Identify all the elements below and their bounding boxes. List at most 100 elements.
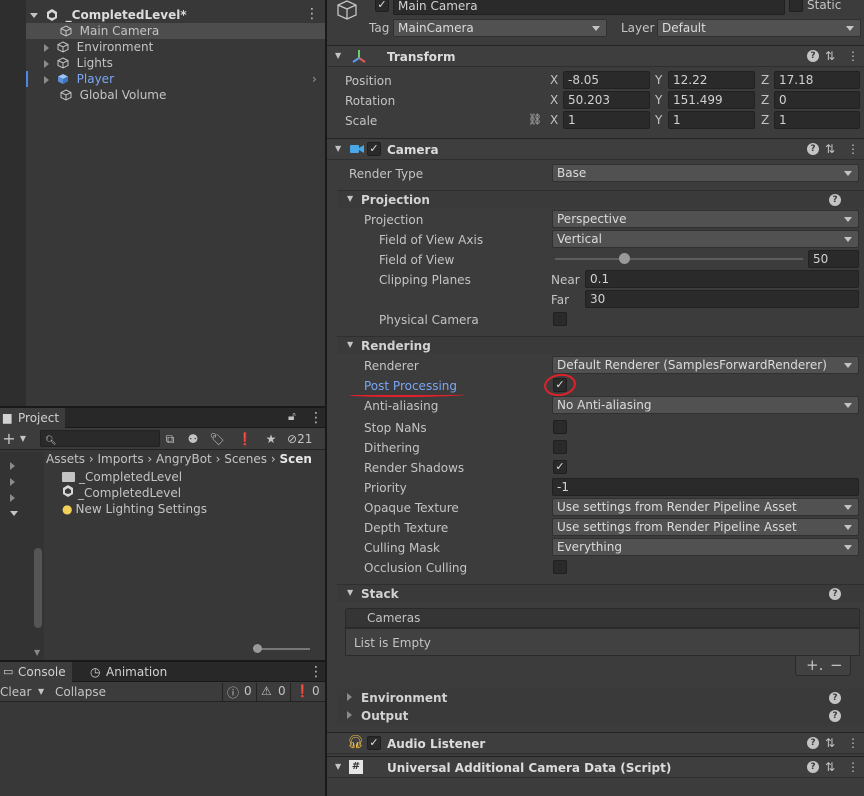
expand-icon[interactable] [10, 490, 19, 504]
additional-camera-data-header[interactable]: ▼ # Universal Additional Camera Data (Sc… [327, 756, 864, 778]
collapse-arrow-icon[interactable]: ▼ [347, 588, 353, 597]
collapse-arrow-icon[interactable]: ▼ [335, 144, 341, 153]
static-checkbox[interactable] [789, 0, 803, 12]
layer-dropdown[interactable]: Default [657, 19, 861, 37]
scene-row[interactable]: _CompletedLevel* [30, 7, 329, 23]
dropdown-arrow-icon[interactable]: ▼ [14, 430, 32, 448]
collapse-arrow-icon[interactable]: ▼ [347, 340, 353, 349]
clear-options-arrow-icon[interactable]: ▼ [38, 684, 44, 700]
camera-enabled-checkbox[interactable]: ✓ [367, 142, 381, 156]
occlusion-culling-checkbox[interactable] [553, 560, 567, 574]
dithering-checkbox[interactable] [553, 440, 567, 454]
anti-aliasing-dropdown[interactable]: No Anti-aliasing [552, 396, 859, 414]
project-item-lighting-settings[interactable]: ● New Lighting Settings [62, 501, 207, 517]
audio-listener-header[interactable]: 🎧︎ ✓ Audio Listener ? ⇅ ⋮ [327, 732, 864, 754]
kebab-menu-icon[interactable]: ⋮ [309, 663, 323, 681]
expand-icon[interactable] [347, 711, 352, 719]
error-count-toggle[interactable]: ❗ 0 [290, 683, 325, 701]
hierarchy-item-global-volume[interactable]: Global Volume [26, 87, 325, 103]
component-menu-icon[interactable]: ⋮ [847, 141, 859, 157]
folder-tree-scrollbar[interactable] [34, 548, 42, 628]
kebab-menu-icon[interactable]: ⋮ [309, 409, 323, 427]
stop-nans-checkbox[interactable] [553, 420, 567, 434]
physical-camera-checkbox[interactable] [553, 312, 567, 326]
icon-size-slider[interactable] [254, 648, 310, 650]
collapse-button[interactable]: Collapse [55, 684, 106, 700]
expand-icon[interactable] [10, 506, 22, 520]
fov-slider-thumb[interactable] [619, 253, 631, 264]
rotation-y-field[interactable]: 151.499 [668, 91, 755, 109]
hierarchy-item-player[interactable]: Player › [26, 71, 325, 87]
hierarchy-item-main-camera[interactable]: Main Camera [26, 23, 325, 39]
clear-button[interactable]: Clear [0, 684, 31, 700]
expand-icon[interactable] [44, 59, 49, 68]
active-checkbox[interactable]: ✓ [375, 0, 389, 12]
expand-icon[interactable] [30, 13, 38, 18]
project-item-scene[interactable]: _CompletedLevel [62, 485, 181, 501]
presets-icon[interactable]: ⇅ [825, 48, 835, 64]
render-shadows-checkbox[interactable]: ✓ [553, 460, 567, 474]
fov-axis-dropdown[interactable]: Vertical [552, 230, 859, 248]
info-count-toggle[interactable]: ⓘ 0 [222, 683, 256, 701]
expand-icon[interactable] [44, 75, 49, 84]
hierarchy-item-environment[interactable]: Environment [26, 39, 325, 55]
near-clip-field[interactable]: 0.1 [585, 270, 859, 288]
help-icon[interactable]: ? [807, 737, 819, 749]
help-icon[interactable]: ? [829, 692, 841, 704]
position-z-field[interactable]: 17.18 [774, 71, 860, 89]
projection-dropdown[interactable]: Perspective [552, 210, 859, 228]
priority-field[interactable]: -1 [552, 478, 859, 496]
help-icon[interactable]: ? [829, 588, 841, 600]
output-section-header[interactable]: Output ? [337, 707, 864, 725]
scroll-down-icon[interactable]: ▼ [34, 648, 40, 657]
collapse-arrow-icon[interactable]: ▼ [335, 762, 341, 771]
expand-icon[interactable] [10, 458, 19, 472]
far-clip-field[interactable]: 30 [585, 290, 859, 308]
hierarchy-item-lights[interactable]: Lights [26, 55, 325, 71]
rotation-x-field[interactable]: 50.203 [563, 91, 650, 109]
object-name-input[interactable]: Main Camera [393, 0, 785, 15]
help-icon[interactable]: ? [829, 194, 841, 206]
fov-slider-track[interactable] [555, 258, 803, 260]
remove-list-item-icon[interactable]: − [830, 656, 843, 674]
breadcrumb-scenes[interactable]: Scenes [224, 452, 267, 466]
projection-section-header[interactable]: ▼ Projection ? [337, 190, 864, 208]
breadcrumb-assets[interactable]: Assets [46, 452, 85, 466]
presets-icon[interactable]: ⇅ [825, 735, 835, 751]
tab-project[interactable]: ▆ Project [0, 408, 66, 428]
collapse-arrow-icon[interactable]: ▼ [347, 194, 353, 203]
warning-filter-icon[interactable]: ❗ [236, 430, 254, 448]
camera-header[interactable]: ▼ ✓ Camera ? ⇅ ⋮ [327, 138, 864, 160]
environment-section-header[interactable]: Environment ? [337, 689, 864, 707]
help-icon[interactable]: ? [807, 143, 819, 155]
tab-console[interactable]: ▭ Console [0, 662, 72, 682]
project-item-folder[interactable]: _CompletedLevel [62, 469, 182, 485]
chevron-right-icon[interactable]: › [312, 71, 317, 87]
stack-section-header[interactable]: ▼ Stack ? [337, 584, 864, 602]
hidden-packages-toggle[interactable]: ⊘21 [287, 430, 323, 448]
transform-header[interactable]: ▼ Transform ? ⇅ ⋮ [327, 45, 864, 67]
scale-z-field[interactable]: 1 [774, 111, 860, 129]
favorite-star-icon[interactable]: ★ [262, 430, 280, 448]
project-search-input[interactable]: 🔍︎ [40, 430, 160, 447]
filter-by-type-icon[interactable]: ⚉ [184, 430, 202, 448]
culling-mask-dropdown[interactable]: Everything [552, 538, 859, 556]
opaque-texture-dropdown[interactable]: Use settings from Render Pipeline Asset [552, 498, 859, 516]
lock-icon[interactable]: 🔓︎ [288, 409, 296, 424]
position-y-field[interactable]: 12.22 [668, 71, 755, 89]
presets-icon[interactable]: ⇅ [825, 141, 835, 157]
tag-dropdown[interactable]: MainCamera [393, 19, 607, 37]
rotation-z-field[interactable]: 0 [774, 91, 860, 109]
tab-animation[interactable]: ◷ Animation [86, 662, 173, 682]
presets-icon[interactable]: ⇅ [825, 759, 835, 775]
position-x-field[interactable]: -8.05 [563, 71, 650, 89]
renderer-dropdown[interactable]: Default Renderer (SamplesForwardRenderer… [552, 356, 859, 374]
help-icon[interactable]: ? [829, 710, 841, 722]
scale-x-field[interactable]: 1 [563, 111, 650, 129]
help-icon[interactable]: ? [807, 761, 819, 773]
expand-icon[interactable] [44, 43, 49, 52]
render-type-dropdown[interactable]: Base [552, 164, 859, 182]
icon-size-slider-thumb[interactable] [253, 644, 262, 653]
component-menu-icon[interactable]: ⋮ [847, 759, 859, 775]
collapse-arrow-icon[interactable]: ▼ [335, 51, 341, 60]
